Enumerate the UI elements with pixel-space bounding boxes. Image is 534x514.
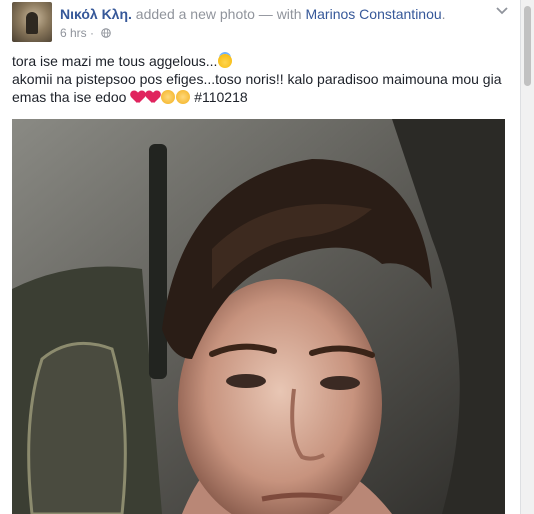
red-heart-emoji — [131, 91, 145, 104]
red-heart-emoji — [146, 91, 160, 104]
globe-icon[interactable] — [101, 28, 112, 38]
post-timestamp[interactable]: 6 hrs — [60, 26, 87, 40]
pensive-face-emoji — [176, 90, 191, 104]
halo-emoji — [218, 54, 233, 68]
scrollbar[interactable] — [521, 0, 534, 514]
post-text-line-2: akomii na pistepsoo pos efiges...toso no… — [12, 71, 502, 87]
post-text-line-1: tora ise mazi me tous aggelous... — [12, 52, 508, 70]
scrollbar-thumb[interactable] — [524, 6, 531, 86]
post-text-line-3: emas tha ise edoo #110218 — [12, 89, 248, 105]
post-header: Νικόλ Κλη. added a new photo — with Mari… — [12, 2, 510, 42]
post-meta-line: Νικόλ Κλη. added a new photo — with Mari… — [60, 6, 446, 22]
feed-post: Νικόλ Κλη. added a new photo — with Mari… — [0, 0, 521, 514]
author-name-link[interactable]: Νικόλ Κλη. — [60, 6, 132, 22]
tagged-person-link[interactable]: Marinos Constantinou — [305, 6, 441, 22]
post-text: tora ise mazi me tous aggelous... akomii… — [12, 52, 508, 106]
pensive-face-emoji — [161, 90, 176, 104]
post-action-text: added a new photo — with — [131, 6, 306, 22]
post-time-line: 6 hrs · — [60, 26, 112, 40]
author-avatar[interactable] — [12, 2, 52, 42]
time-separator: · — [86, 26, 98, 40]
chevron-down-icon[interactable] — [496, 6, 508, 16]
hashtag-link[interactable]: #110218 — [194, 89, 247, 105]
tagged-suffix: . — [441, 6, 446, 22]
post-photo[interactable] — [12, 119, 505, 514]
